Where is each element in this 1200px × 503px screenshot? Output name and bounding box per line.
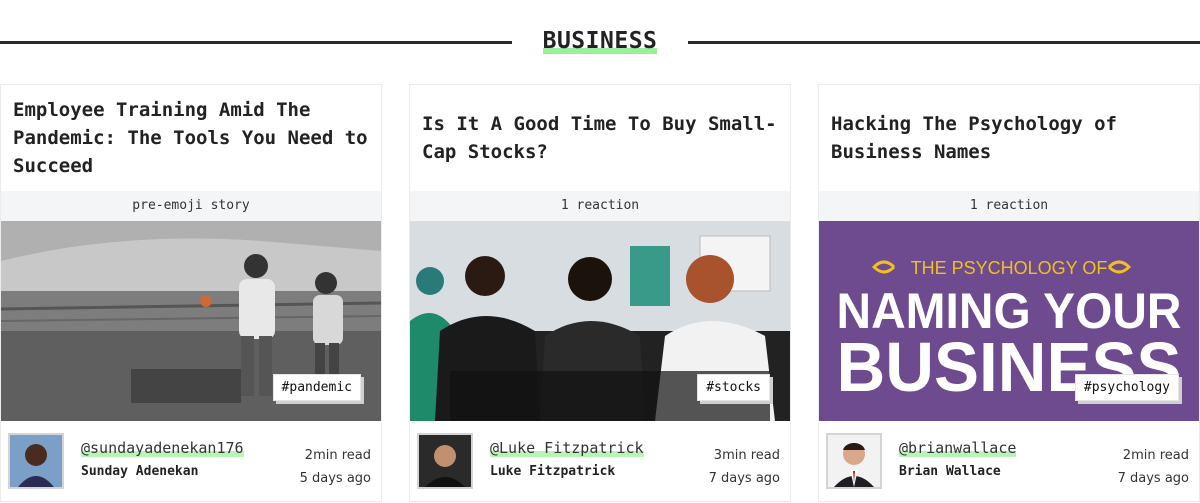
author-row: @sundayadenekan176 Sunday Adenekan 2min … xyxy=(1,421,381,503)
tag-badge[interactable]: #stocks xyxy=(697,374,770,401)
tag-badge[interactable]: #pandemic xyxy=(272,374,361,401)
author-name[interactable]: Brian Wallace xyxy=(899,464,1001,479)
author-avatar[interactable] xyxy=(8,433,64,489)
story-card-2[interactable]: Is It A Good Time To Buy Small-Cap Stock… xyxy=(409,84,791,502)
author-row: @brianwallace Brian Wallace 2min read 7 … xyxy=(819,421,1199,503)
section-title: BUSINESS xyxy=(512,28,688,54)
header-rule-left xyxy=(0,41,512,44)
posted-date: 7 days ago xyxy=(1117,471,1189,486)
story-cover-image[interactable]: #pandemic xyxy=(1,221,381,421)
posted-date: 7 days ago xyxy=(708,471,780,486)
author-handle[interactable]: @Luke Fitzpatrick xyxy=(490,439,644,457)
reaction-count: 1 reaction xyxy=(819,191,1199,221)
reaction-count: pre-emoji story xyxy=(1,191,381,221)
author-handle[interactable]: @sundayadenekan176 xyxy=(81,439,244,457)
story-title[interactable]: Employee Training Amid The Pandemic: The… xyxy=(1,85,381,191)
read-time: 2min read xyxy=(304,448,371,463)
posted-date: 5 days ago xyxy=(299,471,371,486)
avatar-photo xyxy=(10,435,62,487)
story-card-1[interactable]: Employee Training Amid The Pandemic: The… xyxy=(0,84,382,502)
read-time: 3min read xyxy=(713,448,780,463)
author-handle[interactable]: @brianwallace xyxy=(899,439,1016,457)
author-avatar[interactable] xyxy=(417,433,473,489)
author-name[interactable]: Sunday Adenekan xyxy=(81,464,198,479)
story-cover-image[interactable]: #stocks xyxy=(410,221,790,421)
story-card-3[interactable]: Hacking The Psychology of Business Names… xyxy=(818,84,1200,502)
section-header: BUSINESS xyxy=(0,0,1200,84)
section-title-text: BUSINESS xyxy=(542,28,658,54)
author-row: @Luke Fitzpatrick Luke Fitzpatrick 3min … xyxy=(410,421,790,503)
author-avatar[interactable] xyxy=(826,433,882,489)
cover-line-1: THE PSYCHOLOGY OF xyxy=(911,258,1108,278)
reaction-count: 1 reaction xyxy=(410,191,790,221)
author-name[interactable]: Luke Fitzpatrick xyxy=(490,464,615,479)
story-cover-image[interactable]: THE PSYCHOLOGY OF NAMING YOUR BUSINESS #… xyxy=(819,221,1199,421)
header-rule-right xyxy=(688,41,1200,44)
read-time: 2min read xyxy=(1122,448,1189,463)
story-title[interactable]: Hacking The Psychology of Business Names xyxy=(819,85,1199,191)
avatar-photo xyxy=(419,435,471,487)
avatar-photo xyxy=(828,435,880,487)
story-title[interactable]: Is It A Good Time To Buy Small-Cap Stock… xyxy=(410,85,790,191)
tag-badge[interactable]: #psychology xyxy=(1074,374,1179,401)
